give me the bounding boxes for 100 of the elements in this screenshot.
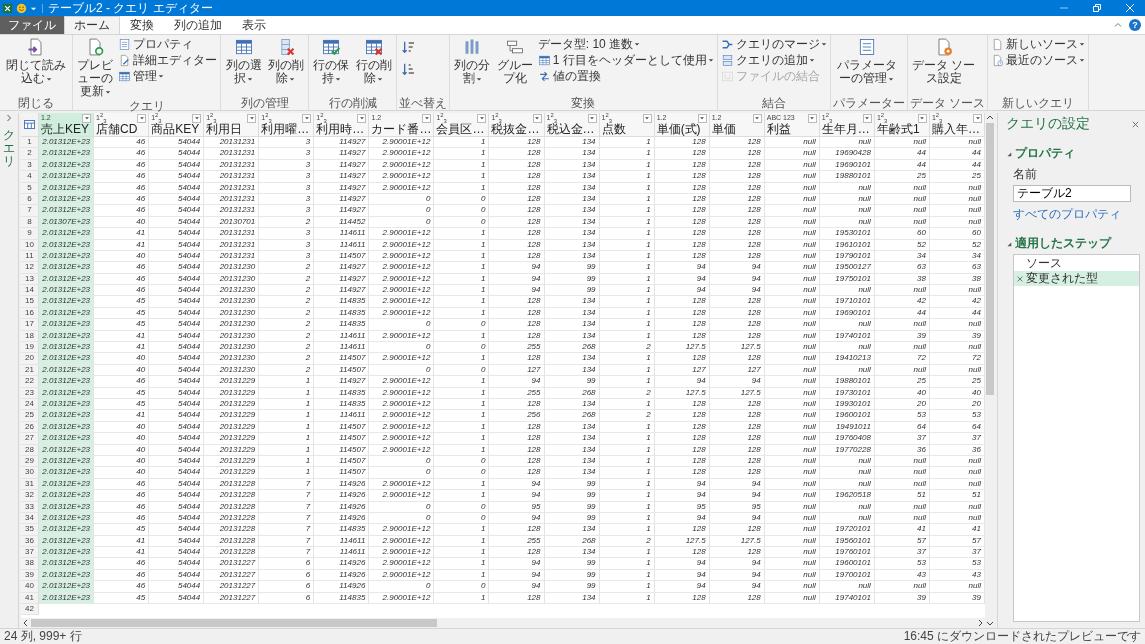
filter-dropdown-button[interactable] [532, 113, 542, 123]
ribbon-button[interactable]: データ ソース設定 [909, 36, 978, 96]
table-cell: 20131230 [204, 262, 260, 274]
ribbon-button[interactable]: 列の選択 [223, 36, 264, 96]
status-text: 16:45 にダウンロードされたプレビューです [903, 628, 1141, 644]
table-cell: 1 [599, 524, 655, 536]
scrollbar-thumb[interactable] [986, 123, 994, 396]
table-cell: 44 [874, 148, 930, 160]
ribbon-button[interactable]: パラメーターの管理 [832, 36, 901, 96]
table-cell: null [874, 512, 930, 525]
table-cell: 128 [709, 148, 765, 160]
ribbon-button[interactable]: プレビューの更新 [75, 36, 116, 99]
file-tab[interactable]: ファイル [0, 16, 64, 34]
ribbon-button[interactable]: 行の保持 [311, 36, 352, 96]
ribbon-button[interactable]: クエリの追加 [719, 52, 828, 68]
section-heading: 適用したステップ [1015, 235, 1111, 252]
filter-dropdown-button[interactable] [82, 113, 92, 123]
vertical-scrollbar[interactable] [985, 113, 995, 628]
ribbon-button[interactable]: グループ化 [494, 36, 535, 96]
table-cell: 94 [654, 273, 710, 286]
filter-dropdown-button[interactable] [807, 113, 817, 123]
ribbon-button[interactable]: プロパティ [117, 36, 219, 52]
filter-dropdown-button[interactable] [917, 113, 927, 123]
table-cell: 128 [709, 296, 765, 308]
filter-dropdown-button[interactable] [642, 113, 652, 123]
row-number: 40 [21, 581, 39, 593]
table-cell: 134 [544, 353, 600, 365]
table-cell: null [764, 421, 820, 434]
ribbon-button[interactable]: 値の置換 [536, 68, 715, 84]
row-number: 12 [21, 262, 39, 274]
caret-icon [699, 115, 706, 121]
filter-dropdown-button[interactable] [587, 113, 597, 123]
table-cell: 134 [544, 330, 600, 343]
table-menu-button[interactable] [21, 113, 39, 137]
table-cell: 114927 [314, 148, 370, 160]
table-cell: 128 [489, 193, 545, 206]
caret-icon [919, 115, 926, 121]
table-cell: 127.5 [709, 342, 765, 354]
ribbon-tab[interactable]: 列の追加 [164, 16, 232, 34]
group-label: パラメーター [832, 96, 905, 110]
smiley-icon[interactable] [16, 2, 27, 14]
ribbon-button[interactable]: クエリのマージ [719, 36, 828, 52]
collapse-triangle-icon[interactable] [1006, 150, 1012, 157]
ribbon-button[interactable]: 列の削除 [265, 36, 307, 96]
table-cell: 2.90001E+12 [369, 433, 435, 445]
table-cell: 1 [434, 307, 490, 320]
ribbon-tab[interactable]: 変換 [120, 16, 164, 34]
ribbon-button[interactable]: 閉じて読み込む [2, 36, 70, 96]
field-label: 名前 [1013, 166, 1038, 183]
applied-step[interactable]: ソース [1014, 256, 1139, 271]
table-cell: 2.01312E+23 [39, 558, 95, 570]
close-icon[interactable] [1131, 119, 1140, 129]
ribbon-tab[interactable]: ホーム [64, 16, 120, 34]
ribbon-button[interactable]: 管理 [117, 68, 219, 84]
collapse-triangle-icon[interactable] [1006, 240, 1012, 247]
filter-dropdown-button[interactable] [137, 113, 147, 123]
table-cell: 45 [94, 387, 150, 399]
horizontal-scrollbar[interactable] [21, 618, 985, 628]
ribbon-button[interactable]: データ型: 10 進数 [536, 36, 715, 52]
table-cell: 128 [489, 182, 545, 194]
table-cell: 54044 [149, 421, 205, 434]
filter-dropdown-button[interactable] [422, 113, 432, 123]
table-cell: 1 [599, 137, 655, 149]
ribbon-button[interactable]: 新しいソース [990, 36, 1087, 52]
table-cell: null [764, 581, 820, 593]
restore-icon[interactable] [1091, 2, 1103, 14]
filter-dropdown-button[interactable] [477, 113, 487, 123]
filter-dropdown-button[interactable] [697, 113, 707, 123]
table-cell: 128 [654, 171, 710, 183]
help-button[interactable]: ? [1129, 19, 1141, 31]
filter-dropdown-button[interactable] [247, 113, 257, 123]
table-cell: 45 [94, 319, 150, 331]
filter-dropdown-button[interactable] [862, 113, 872, 123]
filter-dropdown-button[interactable] [357, 113, 367, 123]
column-name: 商品KEY [151, 122, 201, 136]
name-field[interactable]: テーブル2 [1013, 185, 1131, 202]
ribbon-button[interactable]: 最近のソース [990, 52, 1087, 68]
filter-dropdown-button[interactable] [192, 113, 202, 123]
filter-dropdown-button[interactable] [302, 113, 312, 123]
table-cell: null [819, 581, 875, 593]
table-cell: 128 [489, 421, 545, 434]
all-properties-link[interactable]: すべてのプロパティ [1013, 206, 1140, 223]
scrollbar-thumb[interactable] [31, 619, 437, 627]
table-cell: 0 [369, 193, 435, 206]
table-cell: 1 [599, 353, 655, 365]
ribbon-tab[interactable]: 表示 [232, 16, 276, 34]
ribbon-button[interactable]: 1 行目をヘッダーとして使用 [536, 52, 715, 68]
table-cell: null [819, 285, 875, 297]
ribbon-button[interactable]: 行の削除 [353, 36, 394, 96]
delete-icon[interactable] [1016, 274, 1024, 283]
ribbon-button[interactable]: 列の分割 [451, 36, 493, 96]
ribbon-button[interactable]: 詳細エディター [117, 52, 219, 68]
filter-dropdown-button[interactable] [752, 113, 762, 123]
table-cell: 0 [369, 467, 435, 479]
queries-pane-label[interactable]: クエリ [3, 129, 15, 169]
applied-step[interactable]: 変更された型 [1014, 271, 1139, 286]
filter-dropdown-button[interactable] [973, 113, 982, 123]
table-cell: 0 [369, 342, 435, 354]
table-cell: null [764, 501, 820, 513]
column-name: 利用時… [316, 122, 366, 136]
